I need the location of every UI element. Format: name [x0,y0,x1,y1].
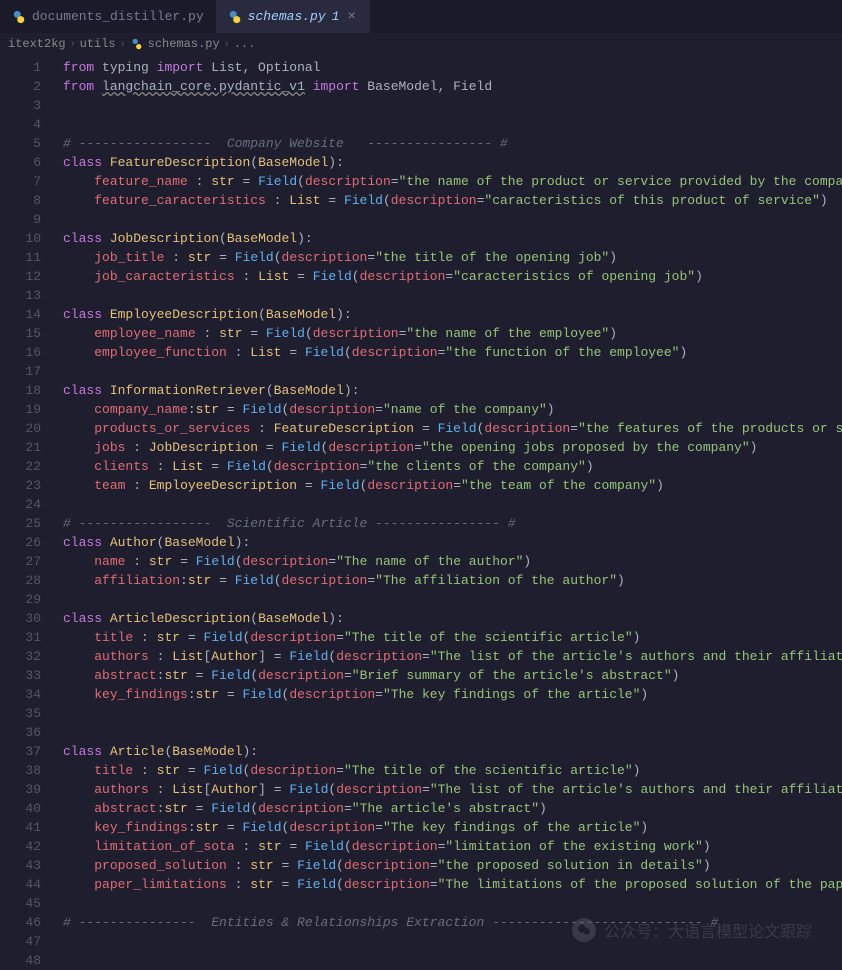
watermark: 公众号：大语言模型论文跟踪 [572,918,812,942]
wechat-icon [572,918,596,942]
tab-schemas[interactable]: schemas.py 1 × [216,0,370,33]
editor[interactable]: 1234567891011121314151617181920212223242… [0,55,842,962]
tab-label: documents_distiller.py [32,9,204,24]
chevron-right-icon: › [120,39,126,50]
breadcrumb-part[interactable]: itext2kg [8,37,66,51]
breadcrumb-part[interactable]: schemas.py [148,37,220,51]
chevron-right-icon: › [70,39,76,50]
watermark-text: 公众号：大语言模型论文跟踪 [604,918,812,942]
close-icon[interactable]: × [345,9,357,25]
tab-documents-distiller[interactable]: documents_distiller.py [0,0,216,33]
tab-bar: documents_distiller.py schemas.py 1 × [0,0,842,33]
code-area[interactable]: from typing import List, Optionalfrom la… [55,55,842,962]
python-icon [12,10,26,24]
python-icon [228,10,242,24]
breadcrumb-part[interactable]: utils [80,37,116,51]
gutter: 1234567891011121314151617181920212223242… [0,55,55,962]
python-icon [130,37,144,51]
chevron-right-icon: › [224,39,230,50]
breadcrumb-part[interactable]: ... [234,37,256,51]
tab-modified-indicator: 1 [332,9,340,24]
tab-label: schemas.py [248,9,326,24]
breadcrumb: itext2kg › utils › schemas.py › ... [0,33,842,55]
